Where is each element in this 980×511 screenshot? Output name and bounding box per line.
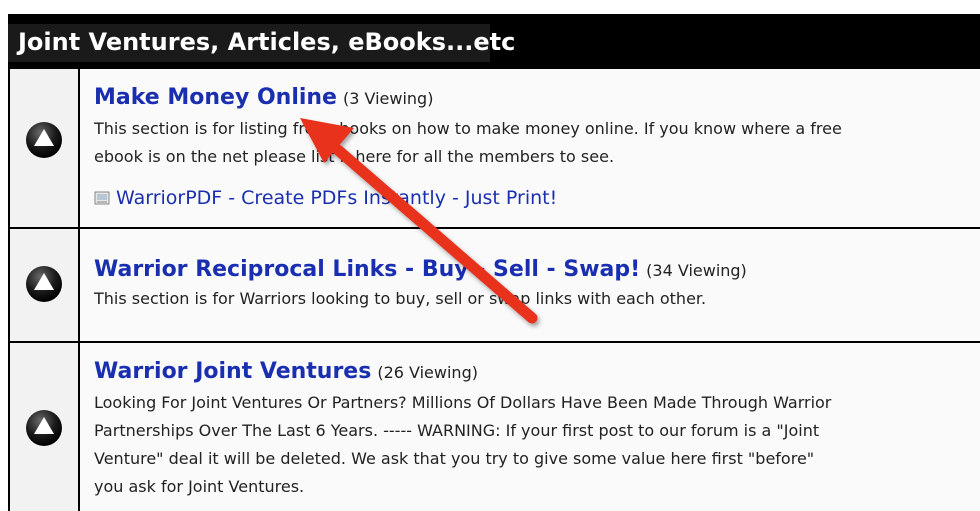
forum-info-cell: Make Money Online (3 Viewing) This sectio… <box>80 69 980 227</box>
forum-status-cell <box>8 343 80 511</box>
forum-title-line: Warrior Reciprocal Links - Buy - Sell - … <box>94 257 747 282</box>
forum-description-line: Looking For Joint Ventures Or Partners? … <box>94 393 832 412</box>
forum-description: This section is for Warriors looking to … <box>94 285 980 313</box>
forum-description-line: ebook is on the net please list it here … <box>94 147 615 166</box>
forum-title-line: Warrior Joint Ventures (26 Viewing) <box>94 359 478 384</box>
forum-description: This section is for listing free ebooks … <box>94 115 980 171</box>
category-title[interactable]: Joint Ventures, Articles, eBooks...etc <box>18 26 515 58</box>
forum-info-cell: Warrior Reciprocal Links - Buy - Sell - … <box>80 229 980 341</box>
forum-row: Make Money Online (3 Viewing) This sectio… <box>8 67 980 227</box>
forum-description-line: This section is for listing free ebooks … <box>94 119 842 138</box>
forum-title-link[interactable]: Make Money Online <box>94 85 337 110</box>
sublink-label: WarriorPDF - Create PDFs Instantly - Jus… <box>116 187 558 209</box>
forum-description-line: This section is for Warriors looking to … <box>94 289 707 308</box>
forum-row: Warrior Joint Ventures (26 Viewing) Looki… <box>8 341 980 511</box>
category-header: Joint Ventures, Articles, eBooks...etc <box>8 14 980 67</box>
forum-read-icon <box>26 122 62 158</box>
viewing-count: (26 Viewing) <box>377 363 478 382</box>
forum-title-line: Make Money Online (3 Viewing) <box>94 85 433 110</box>
forum-description-line: Partnerships Over The Last 6 Years. ----… <box>94 421 820 440</box>
forum-description-line: you ask for Joint Ventures. <box>94 477 305 496</box>
forum-description-line: Venture" deal it will be deleted. We ask… <box>94 449 815 468</box>
viewing-count: (34 Viewing) <box>646 261 747 280</box>
viewing-count: (3 Viewing) <box>342 89 434 108</box>
forum-status-cell <box>8 229 80 341</box>
forum-row: Warrior Reciprocal Links - Buy - Sell - … <box>8 227 980 341</box>
forum-read-icon <box>26 266 62 302</box>
forum-description: Looking For Joint Ventures Or Partners? … <box>94 389 980 501</box>
document-icon <box>94 191 110 205</box>
forum-title-link[interactable]: Warrior Joint Ventures <box>94 359 371 384</box>
forum-read-icon <box>26 410 62 446</box>
sublink[interactable]: WarriorPDF - Create PDFs Instantly - Jus… <box>94 187 557 209</box>
top-strip <box>0 0 980 14</box>
forum-status-cell <box>8 69 80 227</box>
forum-title-link[interactable]: Warrior Reciprocal Links - Buy - Sell - … <box>94 257 640 282</box>
forum-info-cell: Warrior Joint Ventures (26 Viewing) Looki… <box>80 343 980 511</box>
